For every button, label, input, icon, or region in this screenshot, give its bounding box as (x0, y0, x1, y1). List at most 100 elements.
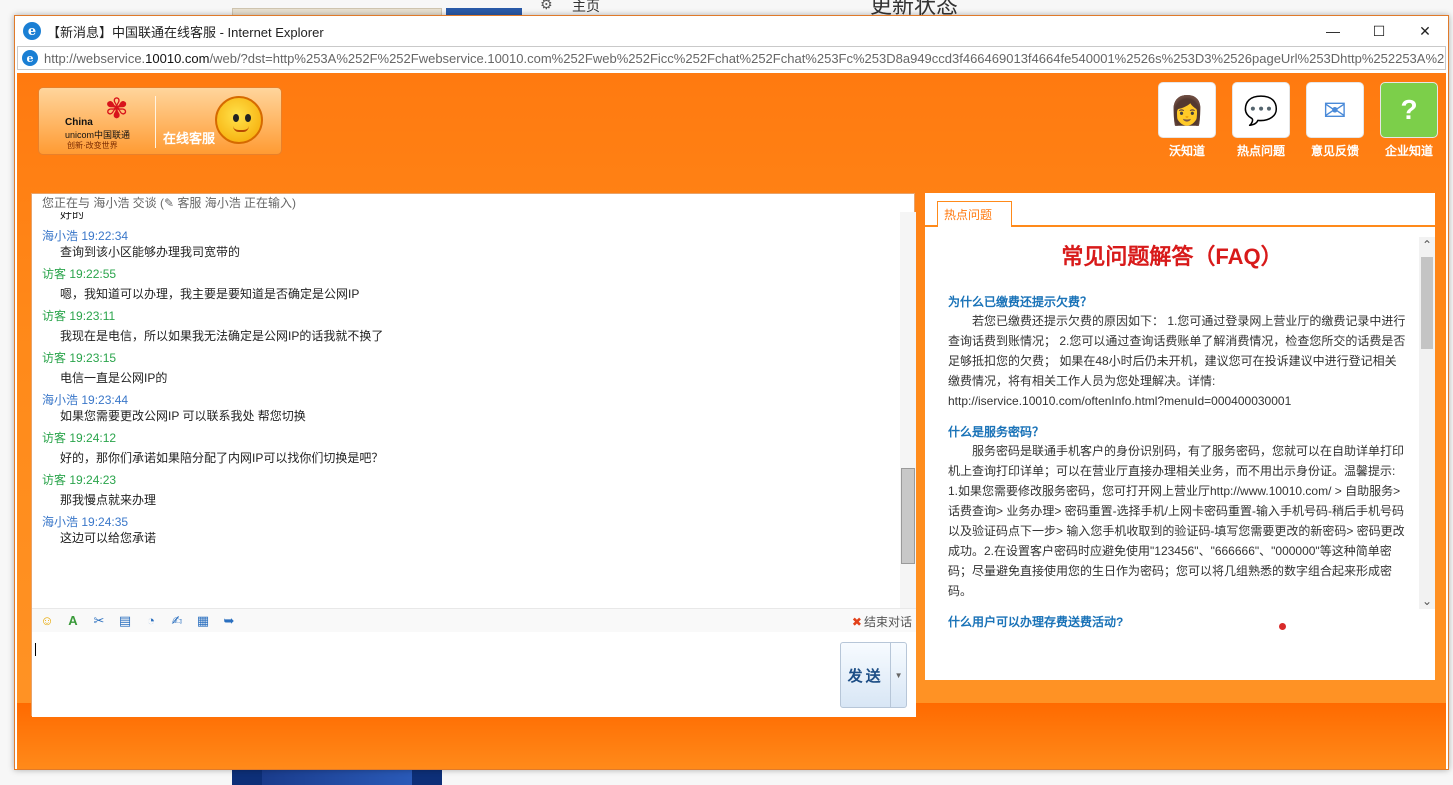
message-text: 嗯，我知道可以办理，我主要是要知道是否确定是公网IP (60, 287, 360, 301)
faq-scroll-thumb[interactable] (1421, 257, 1433, 349)
message-header: 海小浩 19:24:35 (42, 515, 900, 530)
message-header: 访客 19:23:11 (42, 309, 900, 324)
mascot-icon (215, 96, 263, 144)
background-home-link[interactable]: 主页 (572, 0, 600, 16)
weibo-link[interactable]: 中国联通客服官方微博 (1274, 618, 1417, 635)
close-icon: ✖ (851, 615, 862, 629)
shortcut-enterprise[interactable]: ? 企业知道 (1372, 82, 1446, 159)
person-icon: 👩 (1158, 82, 1216, 138)
message-sender: 访客 (42, 431, 67, 445)
faq-question[interactable]: 什么是服务密码？ (948, 423, 1406, 441)
shortcut-feedback[interactable]: ✉ 意见反馈 (1298, 82, 1372, 159)
chevron-down-icon[interactable]: ▼ (890, 643, 906, 707)
message-text: 好的，那你们承诺如果陪分配了内网IP可以找你们切换是吧？ (60, 451, 384, 465)
mascot-eye (245, 114, 251, 122)
message-text: 我现在是电信，所以如果我无法确定是公网IP的话我就不换了 (60, 329, 384, 343)
weibo-label: 中国联通客服官方微博 (1297, 620, 1418, 634)
chevron-up-icon[interactable]: ⌃ (1419, 237, 1435, 253)
logo-brand-line1: China (65, 117, 93, 128)
message-sender: 海小浩 (42, 229, 79, 243)
title-bar[interactable]: e 【新消息】中国联通在线客服 - Internet Explorer — ☐ … (15, 16, 1448, 46)
message-time: 19:24:35 (81, 515, 129, 529)
shortcut-label: 企业知道 (1384, 144, 1433, 158)
history-icon[interactable]: ◔ (140, 611, 162, 631)
faq-question[interactable]: 为什么已缴费还提示欠费？ (948, 293, 1406, 311)
end-chat-button[interactable]: ✖ 结束对话 (852, 613, 912, 630)
background-image-inner (262, 768, 412, 785)
transfer-icon[interactable]: ➥ (218, 611, 240, 631)
maximize-button[interactable]: ☐ (1356, 16, 1402, 46)
faq-answer: 服务密码是联通手机客户的身份识别码，有了服务密码，您就可以在自助详单打印机上查询… (948, 444, 1405, 598)
chat-message: 访客 19:24:12 好的，那你们承诺如果陪分配了内网IP可以找你们切换是吧？ (42, 431, 900, 467)
message-time: 19:24:23 (69, 473, 117, 487)
chat-message: 访客 19:22:55 嗯，我知道可以办理，我主要是要知道是否确定是公网IP (42, 267, 900, 303)
address-url[interactable]: http://webservice.10010.com/web/?dst=htt… (44, 50, 1446, 66)
message-header: 访客 19:24:12 (42, 431, 900, 446)
window-title: 【新消息】中国联通在线客服 - Internet Explorer (47, 24, 324, 40)
faq-panel: 热点问题 常见问题解答（FAQ） 为什么已缴费还提示欠费？ 若您已缴费还提示欠费… (925, 193, 1435, 680)
message-header: 海小浩 19:22:34 (42, 229, 900, 244)
address-bar[interactable]: e http://webservice.10010.com/web/?dst=h… (17, 46, 1446, 70)
chat-bubble-icon: 💬 (1232, 82, 1290, 138)
shortcut-hot-questions[interactable]: 💬 热点问题 (1224, 82, 1298, 159)
address-domain: 10010.com (145, 50, 210, 66)
shortcut-wo-zhidao[interactable]: 👩 沃知道 (1150, 82, 1224, 159)
logo-service-label: 在线客服 (163, 131, 216, 146)
message-input[interactable]: 发送 ▼ (32, 632, 916, 717)
message-text: 电信一直是公网IP的 (60, 371, 168, 385)
tab-hot-questions[interactable]: 热点问题 (937, 201, 1012, 227)
chat-scrollbar[interactable] (900, 212, 916, 608)
emoji-icon[interactable]: ☺ (36, 611, 58, 631)
evaluate-icon[interactable]: ✍ (166, 611, 188, 631)
ie-window: e 【新消息】中国联通在线客服 - Internet Explorer — ☐ … (14, 15, 1449, 770)
font-icon[interactable]: A (62, 611, 84, 631)
gear-icon[interactable]: ⚙ (540, 0, 553, 13)
chat-message: 访客 19:23:15 电信一直是公网IP的 (42, 351, 900, 387)
service-page: ✾ China unicom中国联通 创新·改变世界 在线客服 👩 沃知道 💬 … (17, 73, 1446, 769)
message-text: 查询到该小区能够办理我司宽带的 (60, 245, 241, 259)
close-button[interactable]: ✕ (1402, 16, 1448, 46)
message-time: 19:23:44 (81, 393, 129, 407)
shortcut-label: 热点问题 (1236, 144, 1285, 158)
chat-panel: 您正在与 海小浩 交谈 (✎ 客服 海小浩 正在输入) 好的 海小浩 19:22… (31, 193, 916, 717)
chat-status: 您正在与 海小浩 交谈 (✎ 客服 海小浩 正在输入) (42, 196, 297, 210)
message-header: 访客 19:22:55 (42, 267, 900, 282)
screenshot-icon[interactable]: ✂ (88, 611, 110, 631)
address-suffix: /web/?dst=http%253A%252F%252Fwebservice.… (209, 50, 1446, 66)
faq-scrollbar[interactable]: ⌃ ⌄ (1419, 237, 1435, 609)
message-header: 访客 19:24:23 (42, 473, 900, 488)
chat-message: 海小浩 19:22:34 查询到该小区能够办理我司宽带的 (42, 229, 900, 261)
envelope-pen-icon: ✉ (1306, 82, 1364, 138)
chat-message: 访客 19:24:23 那我慢点就来办理 (42, 473, 900, 509)
send-button[interactable]: 发送 ▼ (840, 642, 907, 708)
save-log-icon[interactable]: ▦ (192, 611, 214, 631)
message-time: 19:22:55 (69, 267, 117, 281)
window-controls: — ☐ ✕ (1310, 16, 1448, 46)
chevron-down-icon[interactable]: ⌄ (1419, 593, 1435, 609)
message-sender: 访客 (42, 351, 67, 365)
minimize-button[interactable]: — (1310, 16, 1356, 46)
chat-log[interactable]: 好的 海小浩 19:22:34 查询到该小区能够办理我司宽带的 访客 19:22… (32, 212, 900, 608)
shortcut-label: 意见反馈 (1310, 144, 1359, 158)
message-time: 19:23:15 (69, 351, 117, 365)
mascot-mouth (233, 126, 249, 132)
send-file-icon[interactable]: ▤ (114, 611, 136, 631)
message-header: 海小浩 19:23:44 (42, 393, 900, 408)
faq-list[interactable]: 为什么已缴费还提示欠费？ 若您已缴费还提示欠费的原因如下： 1.您可通过登录网上… (948, 293, 1406, 673)
message-sender: 海小浩 (42, 515, 79, 529)
shortcut-label: 沃知道 (1168, 144, 1205, 158)
message-time: 19:24:12 (69, 431, 117, 445)
faq-tabbar: 热点问题 (925, 193, 1435, 227)
send-label: 发送 (847, 667, 884, 685)
header-shortcuts: 👩 沃知道 💬 热点问题 ✉ 意见反馈 ? 企业知道 (1150, 82, 1446, 159)
address-prefix: http://webservice. (44, 50, 146, 66)
logo-brand: ✾ China unicom中国联通 创新·改变世界 (47, 94, 153, 151)
message-time: 19:22:34 (81, 229, 129, 243)
chat-scroll-thumb[interactable] (901, 468, 915, 564)
weibo-icon (1274, 619, 1292, 634)
chat-toolbar: ☺ A ✂ ▤ ◔ ✍ ▦ ➥ ✖ 结束对话 (32, 608, 916, 632)
chat-message: 海小浩 19:23:44 如果您需要更改公网IP 可以联系我处 帮您切换 (42, 393, 900, 425)
chat-message: 访客 19:23:11 我现在是电信，所以如果我无法确定是公网IP的话我就不换了 (42, 309, 900, 345)
unicom-logo[interactable]: ✾ China unicom中国联通 创新·改变世界 在线客服 (38, 87, 282, 155)
text-caret (35, 643, 36, 656)
